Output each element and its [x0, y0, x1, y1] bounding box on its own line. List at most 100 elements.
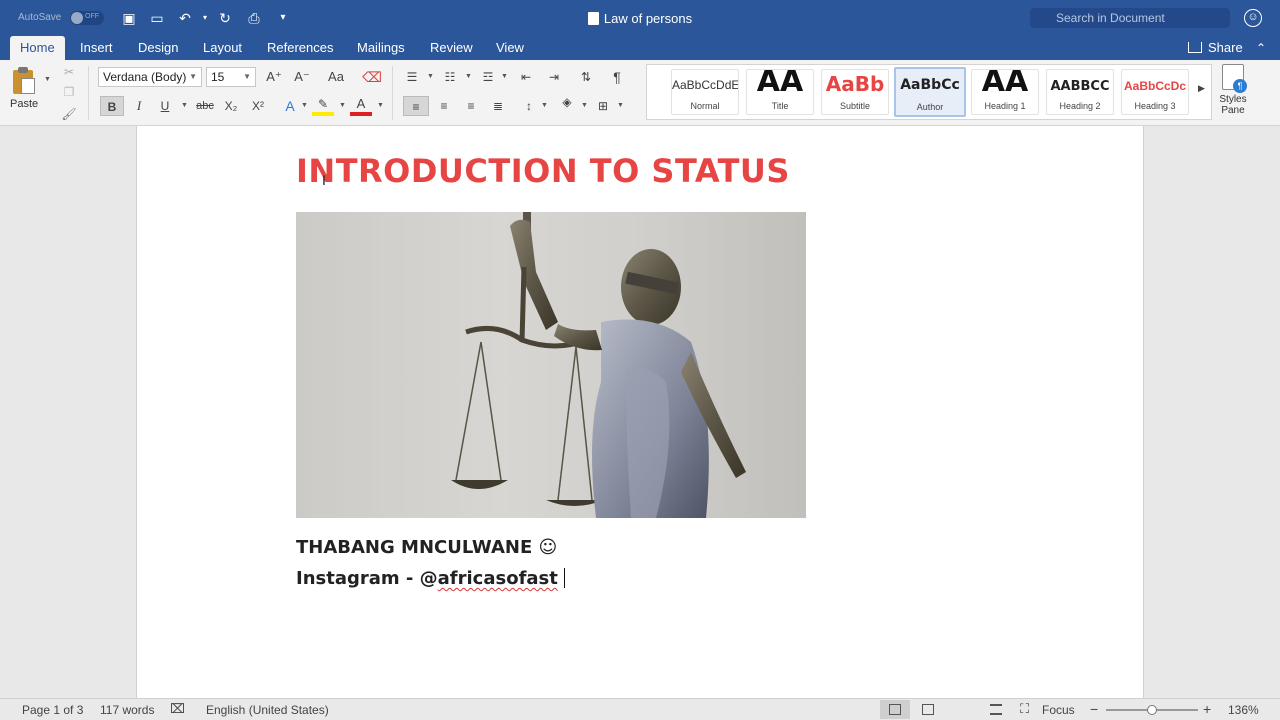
proofing-icon[interactable]: ⌧	[170, 701, 185, 717]
font-name-select[interactable]: Verdana (Body) ▼	[98, 67, 202, 87]
share-button[interactable]: Share	[1188, 36, 1243, 60]
align-center-icon[interactable]: ≡	[432, 96, 456, 116]
shading-icon[interactable]: ◈	[556, 92, 578, 112]
undo-icon[interactable]: ↶	[176, 9, 194, 27]
italic-icon[interactable]: I	[128, 96, 150, 116]
outline-view-button[interactable]	[981, 700, 1011, 719]
justify-icon[interactable]: ≣	[486, 96, 510, 116]
autosave-toggle[interactable]: OFF	[70, 11, 104, 25]
bullets-dropdown-icon[interactable]: ▼	[427, 73, 434, 80]
zoom-out-icon[interactable]: −	[1090, 701, 1098, 717]
focus-label[interactable]: Focus	[1042, 703, 1075, 717]
clear-formatting-icon[interactable]: ⌫	[360, 67, 384, 87]
collapse-ribbon-icon[interactable]: ⌃	[1256, 41, 1266, 55]
redo-icon[interactable]: ↻	[216, 9, 234, 27]
multilevel-dropdown-icon[interactable]: ▼	[501, 73, 508, 80]
borders-icon[interactable]: ⊞	[592, 96, 614, 116]
bullets-icon[interactable]: ☰	[400, 67, 424, 87]
style-name: Heading 1	[984, 101, 1026, 111]
decrease-indent-icon[interactable]: ⇤	[514, 67, 538, 87]
zoom-slider[interactable]	[1106, 705, 1198, 715]
zoom-slider-thumb[interactable]	[1147, 705, 1157, 715]
shrink-font-icon[interactable]: A⁻	[290, 67, 314, 87]
tab-references[interactable]: References	[257, 36, 343, 60]
tab-mailings[interactable]: Mailings	[347, 36, 415, 60]
tab-layout[interactable]: Layout	[193, 36, 252, 60]
paste-icon[interactable]	[13, 66, 37, 96]
zoom-in-icon[interactable]: +	[1203, 701, 1211, 717]
style-title[interactable]: AA Title	[746, 69, 814, 115]
feedback-smiley-icon[interactable]: ☺	[1244, 9, 1262, 27]
document-heading[interactable]: INTRODUCTION TO STATUS	[296, 152, 790, 190]
grow-font-icon[interactable]: A⁺	[262, 67, 286, 87]
font-color-icon[interactable]: A	[350, 96, 372, 116]
word-count[interactable]: 117 words	[100, 703, 154, 717]
styles-more-icon[interactable]: ▶	[1198, 83, 1205, 94]
print-layout-view-button[interactable]	[880, 700, 910, 719]
font-color-dropdown-icon[interactable]: ▼	[377, 102, 384, 109]
tab-view[interactable]: View	[486, 36, 534, 60]
paste-label: Paste	[10, 98, 39, 110]
styles-pane-button[interactable]: Styles Pane	[1218, 64, 1248, 116]
save-icon[interactable]: ▭	[148, 9, 166, 27]
cut-icon[interactable]: ✂	[60, 62, 78, 82]
style-heading-2[interactable]: AABBCC Heading 2	[1046, 69, 1114, 115]
underline-dropdown-icon[interactable]: ▼	[181, 102, 188, 109]
tab-review[interactable]: Review	[420, 36, 483, 60]
copy-icon[interactable]: ❐	[60, 82, 78, 102]
instagram-handle: africasofast	[437, 568, 558, 589]
lady-justice-image[interactable]	[296, 212, 806, 518]
author-line[interactable]: THABANG MNCULWANE ☺	[296, 537, 557, 558]
text-effects-icon[interactable]: A	[280, 96, 300, 116]
style-heading-1[interactable]: AA Heading 1	[971, 69, 1039, 115]
search-input[interactable]	[1030, 8, 1230, 28]
styles-pane-label-1: Styles	[1219, 94, 1247, 105]
change-case-icon[interactable]: Aa	[322, 67, 350, 87]
paste-dropdown-icon[interactable]: ▼	[44, 76, 51, 83]
language-label[interactable]: English (United States)	[206, 703, 329, 717]
tab-design[interactable]: Design	[128, 36, 188, 60]
clipboard-paper	[21, 78, 35, 94]
style-heading-3[interactable]: AaBbCcDc Heading 3	[1121, 69, 1189, 115]
increase-indent-icon[interactable]: ⇥	[542, 67, 566, 87]
styles-pane-icon	[1222, 64, 1247, 93]
focus-icon[interactable]: ⛶	[1020, 701, 1029, 717]
page-count[interactable]: Page 1 of 3	[22, 703, 83, 717]
align-right-icon[interactable]: ≡	[459, 96, 483, 116]
borders-dropdown-icon[interactable]: ▼	[617, 102, 624, 109]
tab-home[interactable]: Home	[10, 36, 65, 60]
sidebar-toggle-icon[interactable]: ▣	[120, 9, 138, 27]
style-normal[interactable]: AaBbCcDdE Normal	[671, 69, 739, 115]
strikethrough-icon[interactable]: abc	[192, 96, 218, 116]
instagram-line[interactable]: Instagram - @africasofast	[296, 568, 565, 589]
text-effects-dropdown-icon[interactable]: ▼	[301, 102, 308, 109]
ibeam-cursor-icon: I	[322, 172, 326, 188]
tab-insert[interactable]: Insert	[70, 36, 123, 60]
multilevel-list-icon[interactable]: ☲	[476, 67, 500, 87]
print-icon[interactable]: ⎙	[245, 9, 263, 27]
numbering-icon[interactable]: ☷	[438, 67, 462, 87]
highlight-dropdown-icon[interactable]: ▼	[339, 102, 346, 109]
style-sample: AaBbCc	[900, 77, 960, 93]
style-author[interactable]: AaBbCc Author	[894, 67, 966, 117]
subscript-icon[interactable]: X₂	[220, 96, 242, 116]
font-size-select[interactable]: 15 ▼	[206, 67, 256, 87]
format-painter-icon[interactable]: 🖌	[60, 104, 78, 124]
customize-toolbar-icon[interactable]: ▾	[274, 9, 292, 27]
numbering-dropdown-icon[interactable]: ▼	[465, 73, 472, 80]
undo-dropdown-icon[interactable]: ▾	[196, 9, 214, 27]
sort-icon[interactable]: ⇅	[574, 67, 598, 87]
align-left-icon[interactable]: ≡	[403, 96, 429, 116]
line-spacing-icon[interactable]: ↕	[518, 96, 540, 116]
line-spacing-dropdown-icon[interactable]: ▼	[541, 102, 548, 109]
zoom-level[interactable]: 136%	[1228, 703, 1259, 717]
web-layout-view-button[interactable]	[913, 700, 943, 719]
highlight-icon[interactable]: ✎	[312, 96, 334, 116]
shading-dropdown-icon[interactable]: ▼	[581, 102, 588, 109]
style-subtitle[interactable]: AaBb Subtitle	[821, 69, 889, 115]
show-formatting-icon[interactable]: ¶	[605, 67, 629, 87]
bold-icon[interactable]: B	[100, 96, 124, 116]
separator	[392, 66, 393, 120]
superscript-icon[interactable]: X²	[247, 96, 269, 116]
underline-icon[interactable]: U	[154, 96, 176, 116]
